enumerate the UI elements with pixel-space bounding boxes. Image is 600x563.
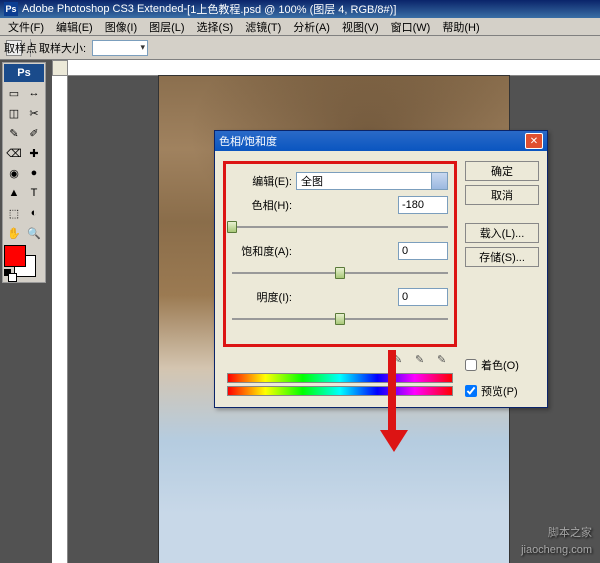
saturation-label: 饱和度(A): <box>232 243 292 259</box>
ruler-horizontal <box>68 60 600 76</box>
app-icon: Ps <box>4 2 18 16</box>
type-tool[interactable]: T <box>24 183 44 203</box>
preview-label: 预览(P) <box>481 383 518 399</box>
highlight-box: 编辑(E): 全图 色相(H): 饱和度(A): <box>223 161 457 347</box>
watermark-main: 脚本之家 <box>548 527 592 539</box>
menu-edit[interactable]: 编辑(E) <box>50 18 99 36</box>
watermark: 脚本之家 jiaocheng.com <box>521 522 592 557</box>
menu-file[interactable]: 文件(F) <box>2 18 50 36</box>
close-icon[interactable]: ✕ <box>525 133 543 149</box>
zoom-tool[interactable]: 🔍 <box>24 223 44 243</box>
pen-tool[interactable]: ▲ <box>4 183 24 203</box>
dialog-titlebar[interactable]: 色相/饱和度 ✕ <box>215 131 547 151</box>
app-titlebar: Ps Adobe Photoshop CS3 Extended - [1上色教程… <box>0 0 600 18</box>
edit-combo[interactable]: 全图 <box>296 172 448 190</box>
dodge-tool[interactable]: ◐ <box>24 203 44 223</box>
move-tool[interactable]: ▭ <box>4 83 24 103</box>
menu-select[interactable]: 选择(S) <box>191 18 240 36</box>
menu-layer[interactable]: 图层(L) <box>143 18 190 36</box>
eraser-tool[interactable]: ⌫ <box>4 143 24 163</box>
colorize-label: 着色(O) <box>481 357 519 373</box>
ok-button[interactable]: 确定 <box>465 161 539 181</box>
eyedropper-plus-icon[interactable]: ✎ <box>415 353 431 369</box>
menu-window[interactable]: 窗口(W) <box>385 18 437 36</box>
hue-slider[interactable] <box>232 220 448 234</box>
edit-label: 编辑(E): <box>232 173 292 189</box>
gradient-tool[interactable]: ● <box>24 163 44 183</box>
menu-image[interactable]: 图像(I) <box>99 18 143 36</box>
ps-badge: Ps <box>4 64 44 82</box>
menu-view[interactable]: 视图(V) <box>336 18 385 36</box>
eyedropper-minus-icon[interactable]: ✎ <box>437 353 453 369</box>
color-swatches[interactable] <box>4 245 44 281</box>
saturation-slider[interactable] <box>232 266 448 280</box>
foreground-color-swatch[interactable] <box>4 245 26 267</box>
hue-label: 色相(H): <box>232 197 292 213</box>
save-button[interactable]: 存储(S)... <box>465 247 539 267</box>
hand-tool[interactable]: ✋ <box>4 223 24 243</box>
ruler-corner <box>52 60 68 76</box>
eyedropper-group: ✎ ✎ ✎ <box>223 353 457 369</box>
menu-analysis[interactable]: 分析(A) <box>287 18 336 36</box>
document-title: [1上色教程.psd @ 100% (图层 4, RGB/8#)] <box>187 1 396 17</box>
menu-filter[interactable]: 滤镜(T) <box>239 18 287 36</box>
cancel-button[interactable]: 取消 <box>465 185 539 205</box>
load-button[interactable]: 载入(L)... <box>465 223 539 243</box>
saturation-slider-thumb[interactable] <box>335 267 345 279</box>
lightness-input[interactable] <box>398 288 448 306</box>
sample-size-label: 取样大小: <box>39 40 86 56</box>
toolbox: Ps ▭ ↔ ◫ ✂ ✎ ✐ ⌫ ✚ ◉ ● ▲ T ⬚ ◐ ✋ 🔍 <box>2 62 46 283</box>
watermark-sub: jiaocheng.com <box>521 543 592 557</box>
crop-tool[interactable]: ✂ <box>24 103 44 123</box>
hue-saturation-dialog: 色相/饱和度 ✕ 编辑(E): 全图 色相(H): <box>214 130 548 408</box>
lightness-label: 明度(I): <box>232 289 292 305</box>
preview-checkbox-row[interactable]: 预览(P) <box>465 383 539 399</box>
lightness-slider[interactable] <box>232 312 448 326</box>
eyedropper-icon[interactable]: ✎ <box>393 353 409 369</box>
hue-slider-thumb[interactable] <box>227 221 237 233</box>
sample-size-combo[interactable]: 取样点 <box>92 40 148 56</box>
spectrum-bottom <box>227 386 453 396</box>
lightness-slider-thumb[interactable] <box>335 313 345 325</box>
menubar: 文件(F) 编辑(E) 图像(I) 图层(L) 选择(S) 滤镜(T) 分析(A… <box>0 18 600 36</box>
default-colors-icon[interactable] <box>4 269 16 281</box>
healing-tool[interactable]: ✚ <box>24 143 44 163</box>
sample-size-value: 取样点 <box>4 40 37 56</box>
dialog-title-text: 色相/饱和度 <box>219 133 277 149</box>
clone-tool[interactable]: ◉ <box>4 163 24 183</box>
lasso-tool[interactable]: ◫ <box>4 103 24 123</box>
edit-combo-value: 全图 <box>301 173 323 189</box>
options-bar: 取样大小: 取样点 <box>0 36 600 60</box>
spectrum-top <box>227 373 453 383</box>
preview-checkbox[interactable] <box>465 385 477 397</box>
hue-input[interactable] <box>398 196 448 214</box>
shape-tool[interactable]: ⬚ <box>4 203 24 223</box>
colorize-checkbox-row[interactable]: 着色(O) <box>465 357 539 373</box>
ruler-vertical <box>52 76 68 563</box>
saturation-input[interactable] <box>398 242 448 260</box>
eyedropper-tool[interactable]: ✎ <box>4 123 24 143</box>
menu-help[interactable]: 帮助(H) <box>436 18 485 36</box>
app-title: Adobe Photoshop CS3 Extended <box>22 3 183 15</box>
marquee-tool[interactable]: ↔ <box>24 83 44 103</box>
colorize-checkbox[interactable] <box>465 359 477 371</box>
brush-tool[interactable]: ✐ <box>24 123 44 143</box>
chevron-down-icon <box>435 178 443 186</box>
